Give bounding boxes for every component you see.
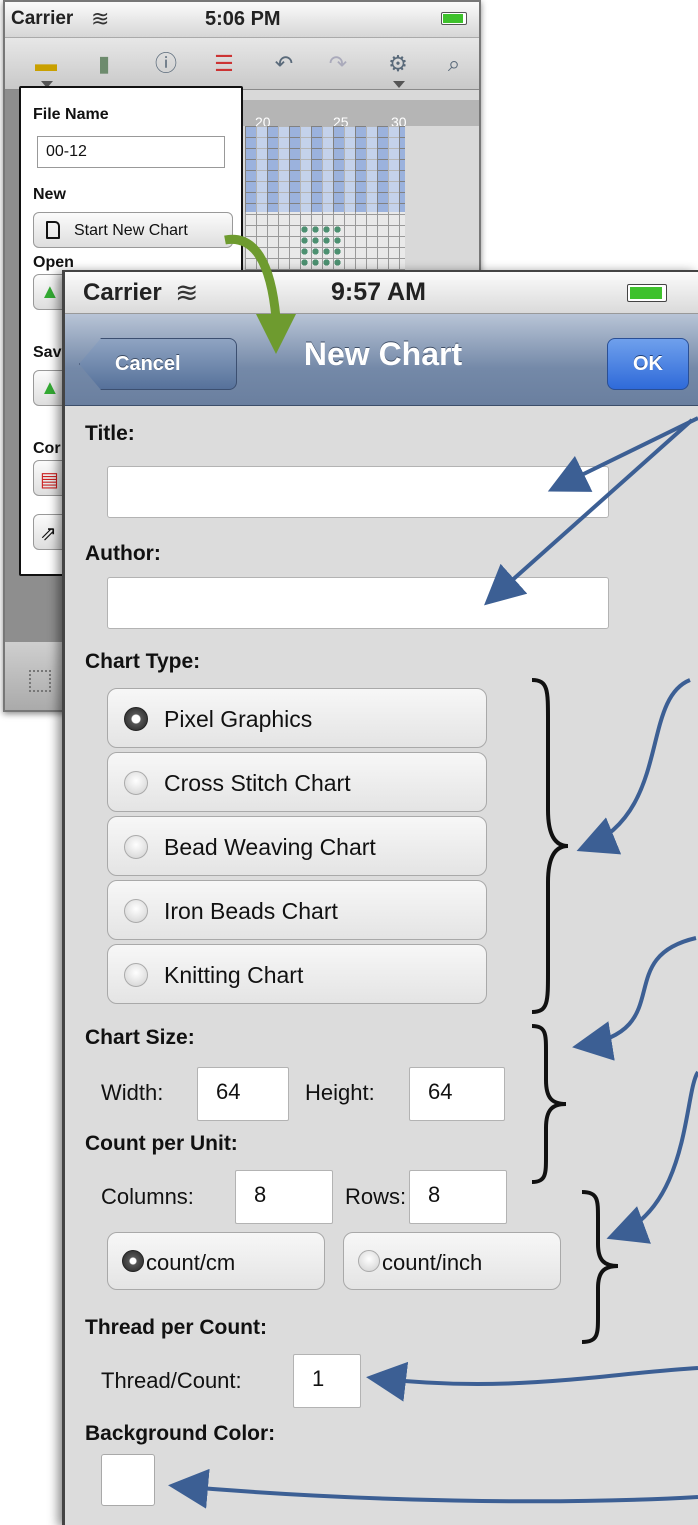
radio-unselected-icon [358,1250,380,1272]
chart-type-knitting[interactable]: Knitting Chart [107,944,487,1004]
chart-type-label: Chart Type: [85,650,201,673]
background-color-swatch[interactable] [101,1454,155,1506]
start-new-chart-label: Start New Chart [74,222,188,239]
pixel-pattern-checker [245,126,405,212]
rows-field[interactable]: 8 [409,1170,507,1224]
info-icon[interactable]: ⓘ [151,50,181,78]
radio-selected-icon [122,1250,144,1272]
page-title: New Chart [303,336,463,372]
zoom-icon[interactable]: ⌕ [439,50,469,78]
status-time: 5:06 PM [205,8,281,30]
unit-count-inch[interactable]: count/inch [343,1232,561,1290]
folder-icon[interactable]: ▬ [31,50,61,88]
columns-label: Columns: [101,1184,194,1209]
unit-label: count/inch [382,1250,483,1275]
chart-type-label-text: Cross Stitch Chart [164,770,351,796]
chart-type-cross-stitch[interactable]: Cross Stitch Chart [107,752,487,812]
background-color-label: Background Color: [85,1422,276,1445]
author-label: Author: [85,542,161,565]
pixel-pattern-green [299,224,343,276]
save-section-label: Sav [33,344,62,361]
chart-type-bead-weaving[interactable]: Bead Weaving Chart [107,816,487,876]
file-name-field[interactable]: 00-12 [37,136,225,168]
redo-icon[interactable]: ↷ [323,50,353,78]
status-bar: Carrier ≋ 5:06 PM [5,2,479,38]
folder-save-icon: ▲ [40,377,60,399]
pdf-icon: ▤ [40,469,59,491]
height-label: Height: [305,1080,375,1105]
thread-count-field[interactable]: 1 [293,1354,361,1408]
chart-type-label-text: Iron Beads Chart [164,898,338,924]
save-icon[interactable]: ▮ [89,50,119,78]
selection-tool-icon[interactable] [29,670,51,692]
radio-unselected-icon [124,899,148,923]
battery-icon [627,284,667,302]
unit-count-cm[interactable]: count/cm [107,1232,325,1290]
title-label: Title: [85,422,135,445]
columns-field[interactable]: 8 [235,1170,333,1224]
chart-type-label-text: Knitting Chart [164,962,304,988]
new-section-label: New [33,186,66,203]
wifi-icon: ≋ [175,277,199,308]
title-field[interactable] [107,466,609,518]
undo-icon[interactable]: ↶ [269,50,299,78]
navigation-bar: Cancel New Chart OK [65,314,698,406]
author-field[interactable] [107,577,609,629]
carrier-label: Carrier [11,8,74,29]
thread-per-count-label: Thread per Count: [85,1316,267,1339]
unit-label: count/cm [146,1250,236,1275]
chart-type-iron-beads[interactable]: Iron Beads Chart [107,880,487,940]
carrier-label: Carrier [83,279,162,306]
toolbar: ▬ ▮ ⓘ ☰ ↶ ↷ ⚙ ⌕ [5,38,479,90]
share-icon: ⇗ [40,523,57,545]
list-icon[interactable]: ☰ [209,50,239,78]
width-label: Width: [101,1080,164,1105]
chart-type-label-text: Pixel Graphics [164,706,313,732]
radio-selected-icon [124,707,148,731]
start-new-chart-button[interactable]: Start New Chart [33,212,233,248]
radio-unselected-icon [124,963,148,987]
width-field[interactable]: 64 [197,1067,289,1121]
height-field[interactable]: 64 [409,1067,505,1121]
chart-type-label-text: Bead Weaving Chart [164,834,376,860]
file-name-label: File Name [33,106,109,123]
new-chart-screen: Carrier ≋ 9:57 AM Cancel New Chart OK Ti… [62,270,698,1525]
wifi-icon: ≋ [91,6,110,31]
count-per-unit-label: Count per Unit: [85,1132,238,1155]
chart-size-label: Chart Size: [85,1026,195,1049]
chart-type-pixel-graphics[interactable]: Pixel Graphics [107,688,487,748]
convert-section-label: Cor [33,440,61,457]
thread-count-label: Thread/Count: [101,1368,242,1393]
battery-icon [441,12,467,25]
rows-label: Rows: [345,1184,407,1209]
status-bar: Carrier ≋ 9:57 AM [65,272,698,314]
ok-button[interactable]: OK [607,338,689,390]
column-ruler: 20 25 30 [241,100,479,130]
radio-unselected-icon [124,771,148,795]
settings-icon[interactable]: ⚙ [383,50,413,88]
folder-open-icon: ▲ [40,281,60,303]
radio-unselected-icon [124,835,148,859]
document-icon [46,221,60,239]
status-time: 9:57 AM [331,278,426,306]
